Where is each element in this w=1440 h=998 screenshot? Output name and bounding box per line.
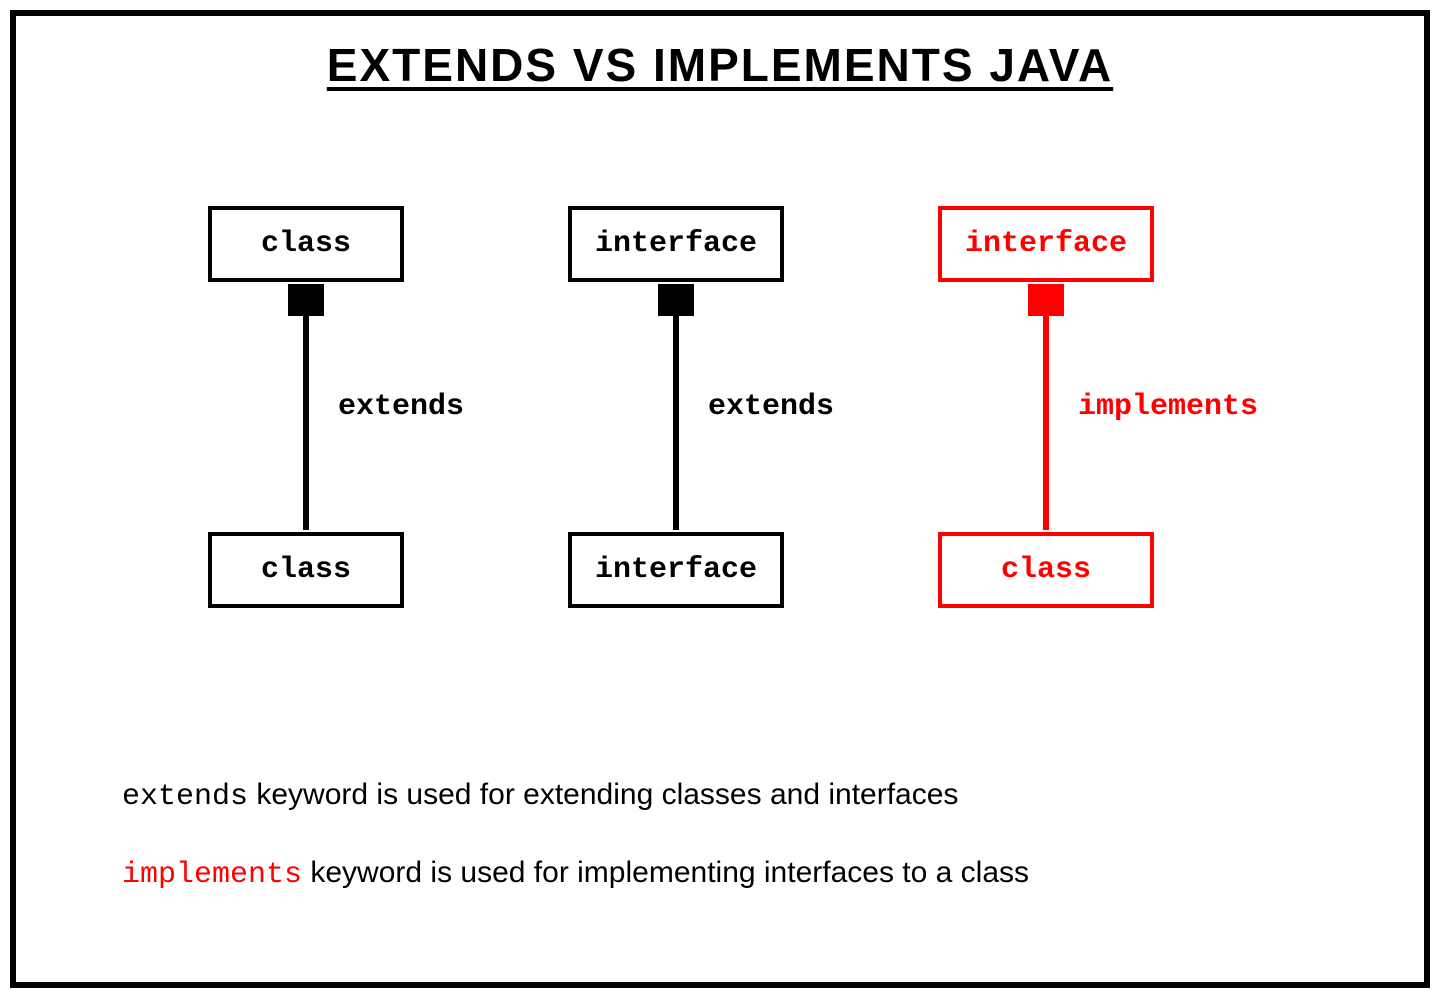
col1-arrow-shaft	[303, 314, 309, 530]
col3-arrow-label: implements	[1078, 390, 1258, 424]
col2-arrow-head-icon	[658, 284, 694, 316]
keyword-extends: extends	[122, 780, 248, 814]
col1-bottom-box: class	[208, 532, 404, 608]
col1-top-box: class	[208, 206, 404, 282]
explanation-extends: extends keyword is used for extending cl…	[122, 778, 958, 814]
col2-arrow-shaft	[673, 314, 679, 530]
col2-arrow-label: extends	[708, 390, 834, 424]
keyword-implements: implements	[122, 858, 302, 892]
explanation-implements-text: keyword is used for implementing interfa…	[302, 856, 1029, 889]
explanation-implements: implements keyword is used for implement…	[122, 856, 1029, 892]
col3-arrow-shaft	[1043, 314, 1049, 530]
col1-arrow-label: extends	[338, 390, 464, 424]
col2-top-box: interface	[568, 206, 784, 282]
col3-bottom-box: class	[938, 532, 1154, 608]
col1-arrow-head-icon	[288, 284, 324, 316]
diagram-frame: EXTENDS VS IMPLEMENTS JAVA class extends…	[10, 10, 1430, 988]
diagram-title: EXTENDS VS IMPLEMENTS JAVA	[16, 38, 1424, 92]
col2-bottom-box: interface	[568, 532, 784, 608]
col3-top-box: interface	[938, 206, 1154, 282]
explanation-extends-text: keyword is used for extending classes an…	[248, 778, 958, 811]
col3-arrow-head-icon	[1028, 284, 1064, 316]
